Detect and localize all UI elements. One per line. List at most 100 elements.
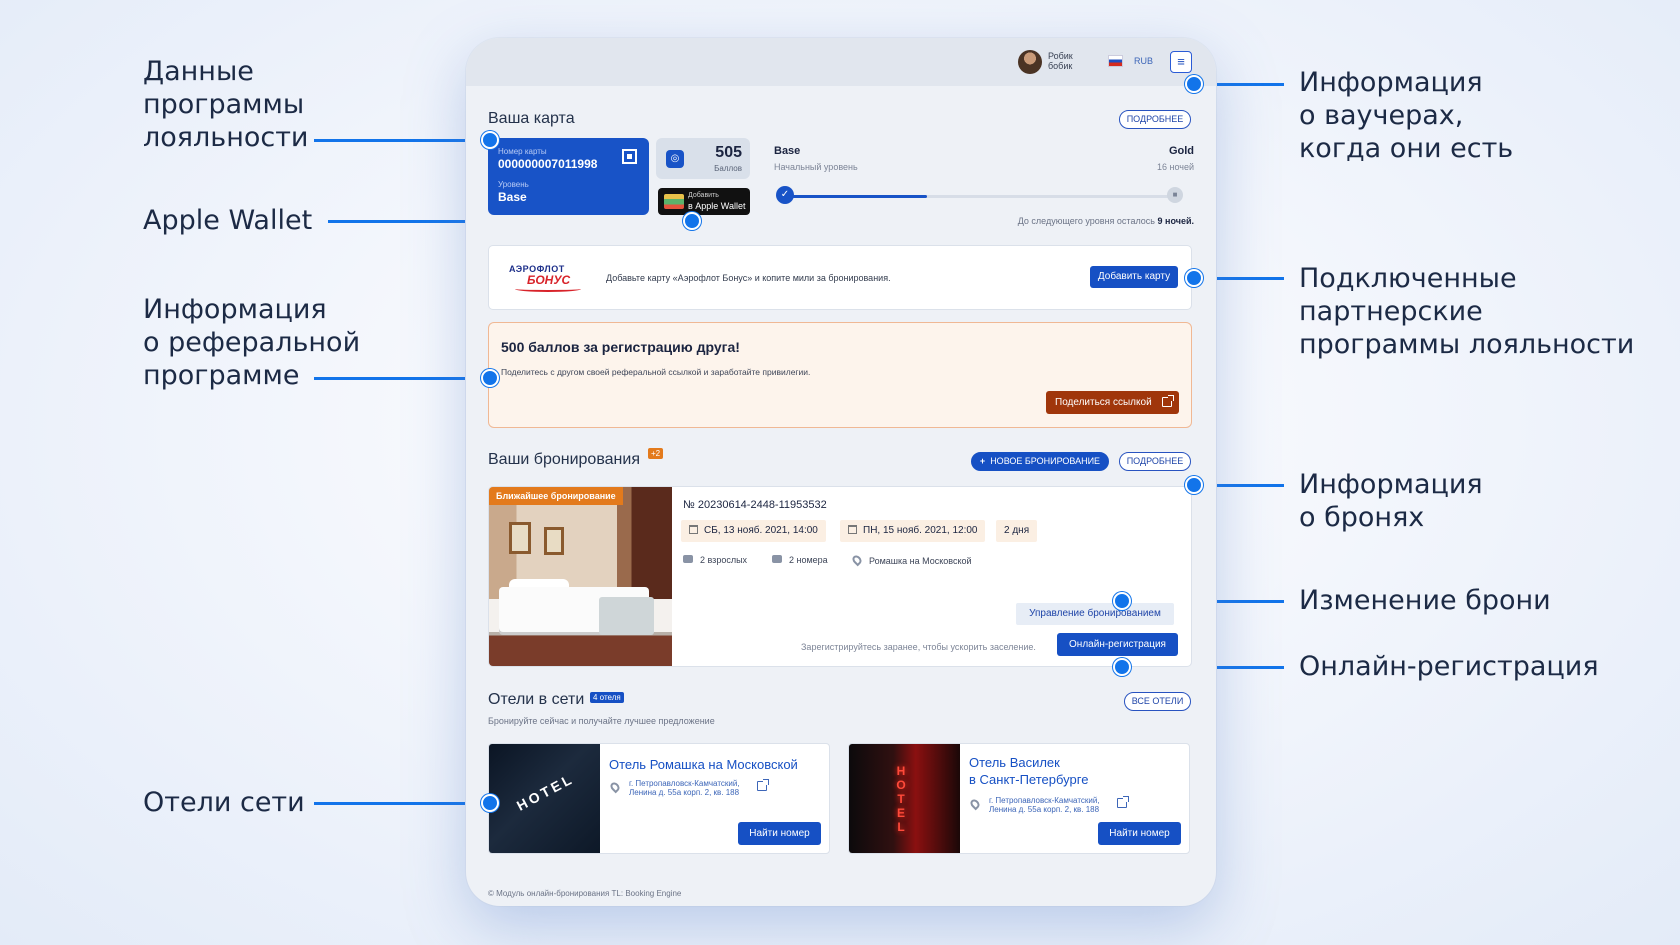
current-level-sub: Начальный уровень (774, 162, 858, 172)
connector-dot (1185, 269, 1203, 287)
connector-dot (481, 131, 499, 149)
loyalty-card[interactable]: Номер карты 000000007011998 Уровень Base (488, 138, 649, 215)
connector-dot (481, 369, 499, 387)
lock-icon: ■ (1167, 187, 1183, 203)
hotel-photo: HOTEL (849, 744, 960, 853)
location-pin-icon (850, 553, 864, 567)
location-pin-icon (608, 780, 622, 794)
bookings-count-badge: +2 (648, 448, 664, 459)
new-booking-button[interactable]: + НОВОЕ БРОНИРОВАНИЕ (971, 452, 1109, 471)
callout-loyalty: Данные программы лояльности (143, 56, 309, 153)
card-number-label: Номер карты (498, 147, 547, 156)
rooms-count: 2 номера (772, 555, 828, 565)
callout-bookings: Информация о бронях (1299, 469, 1483, 533)
card-section-title: Ваша карта (488, 110, 575, 127)
wallet-icon (664, 194, 684, 209)
level-progress-fill (790, 195, 927, 198)
booking-hotel: Ромашка на Московской (850, 553, 972, 567)
referral-title: 500 баллов за регистрацию друга! (501, 339, 740, 355)
user-name[interactable]: Робик бобик (1048, 51, 1073, 71)
check-icon: ✓ (776, 186, 794, 204)
connector-dot (1185, 476, 1203, 494)
stay-duration: 2 дня (996, 520, 1038, 542)
russia-flag-icon[interactable] (1108, 55, 1123, 67)
connector-dot (1113, 658, 1131, 676)
current-level-name: Base (774, 145, 801, 157)
external-link-icon[interactable] (757, 779, 769, 791)
guests-icon (683, 555, 693, 563)
hotel-photo: HOTEL (489, 744, 600, 853)
connector-referral (314, 377, 490, 380)
hotel-name[interactable]: Отель Ромашка на Московской (609, 756, 798, 773)
booking-number: № 20230614-2448-11953532 (683, 499, 827, 511)
hotel-card[interactable]: HOTEL Отель Василек в Санкт-Петербурге г.… (848, 743, 1190, 854)
hotels-subtitle: Бронируйте сейчас и получайте лучшее пре… (488, 716, 715, 726)
next-level-sub: 16 ночей (1156, 162, 1194, 172)
manage-booking-button[interactable]: Управление бронированием (1016, 603, 1174, 625)
connector-loyalty (314, 139, 490, 142)
currency-selector[interactable]: RUB (1134, 56, 1153, 66)
location-pin-icon (968, 797, 982, 811)
bookings-title: Ваши бронирования (488, 451, 640, 468)
aeroflot-bonus-logo: АЭРОФЛОТ БОНУС (509, 264, 589, 294)
connector-dot (481, 794, 499, 812)
connector-dot (1113, 592, 1131, 610)
checkout-date: ПН, 15 нояб. 2021, 12:00 (840, 520, 986, 542)
external-link-icon[interactable] (1117, 796, 1129, 808)
callout-apple-wallet: Apple Wallet (143, 205, 313, 236)
hotel-card[interactable]: HOTEL Отель Ромашка на Московской г. Пет… (488, 743, 830, 854)
points-label: Баллов (714, 164, 742, 173)
card-level: Base (498, 190, 527, 204)
share-link-button[interactable]: Поделиться ссылкой (1046, 391, 1179, 414)
remaining-to-next-level: До следующего уровня осталось 9 ночей. (1017, 216, 1194, 226)
hotel-address: г. Петропавловск-Камчатский, Ленина д. 55… (989, 796, 1100, 814)
nearest-booking-badge: Ближайшее бронирование (489, 487, 623, 505)
referral-text: Поделитесь с другом своей реферальной сс… (501, 367, 811, 377)
booking-card: Ближайшее бронирование № 20230614-2448-1… (488, 486, 1192, 667)
points-icon: ◎ (666, 150, 684, 168)
hotels-count-badge: 4 отеля (590, 692, 624, 703)
hamburger-menu-icon[interactable]: ≡ (1170, 51, 1192, 73)
partner-program-card: АЭРОФЛОТ БОНУС Добавьте карту «Аэрофлот … (488, 245, 1192, 310)
referral-card: 500 баллов за регистрацию друга! Поделит… (488, 322, 1192, 428)
calendar-icon (848, 525, 857, 534)
avatar[interactable] (1018, 50, 1042, 74)
callout-change: Изменение брони (1299, 585, 1551, 616)
external-link-icon (1162, 395, 1174, 407)
points-balance: ◎ 505 Баллов (656, 138, 750, 179)
points-value: 505 (715, 144, 742, 161)
room-photo (489, 487, 672, 666)
hotel-address: г. Петропавловск-Камчатский, Ленина д. 55… (629, 779, 740, 797)
qr-code-icon[interactable] (622, 149, 637, 164)
calendar-icon (689, 525, 698, 534)
card-more-button[interactable]: ПОДРОБНЕЕ (1119, 110, 1191, 129)
bookings-more-button[interactable]: ПОДРОБНЕЕ (1119, 452, 1191, 471)
early-checkin-text: Зарегистрируйтесь заранее, чтобы ускорит… (801, 642, 1036, 652)
bed-icon (772, 555, 782, 563)
checkin-date: СБ, 13 нояб. 2021, 14:00 (681, 520, 826, 542)
online-checkin-button[interactable]: Онлайн-регистрация (1057, 633, 1178, 656)
app-screen: Робик бобик RUB ≡ Ваша карта ПОДРОБНЕЕ Но… (466, 38, 1216, 906)
card-level-label: Уровень (498, 180, 529, 189)
card-number: 000000007011998 (498, 157, 598, 171)
find-room-button[interactable]: Найти номер (1098, 822, 1181, 845)
footer-copyright: © Модуль онлайн-бронирования TL: Booking… (488, 889, 682, 898)
plus-icon: + (979, 456, 986, 466)
callout-partners: Подключенные партнерские программы лояль… (1299, 263, 1635, 360)
top-bar: Робик бобик RUB ≡ (466, 38, 1216, 86)
callout-checkin: Онлайн-регистрация (1299, 651, 1599, 682)
callout-hotels: Отели сети (143, 787, 305, 818)
all-hotels-button[interactable]: ВСЕ ОТЕЛИ (1124, 692, 1191, 711)
connector-dot (683, 212, 701, 230)
next-level-name: Gold (1168, 145, 1194, 157)
callout-vouchers: Информация о ваучерах, когда они есть (1299, 67, 1514, 164)
hotels-title: Отели в сети (488, 691, 585, 708)
find-room-button[interactable]: Найти номер (738, 822, 821, 845)
guests-count: 2 взрослых (683, 555, 747, 565)
connector-hotels (314, 802, 490, 805)
apple-wallet-button[interactable]: Добавить в Apple Wallet (658, 188, 750, 215)
hotel-name[interactable]: Отель Василек в Санкт-Петербурге (969, 754, 1088, 788)
partner-text: Добавьте карту «Аэрофлот Бонус» и копите… (606, 273, 891, 283)
connector-dot (1185, 75, 1203, 93)
add-card-button[interactable]: Добавить карту (1090, 266, 1178, 288)
